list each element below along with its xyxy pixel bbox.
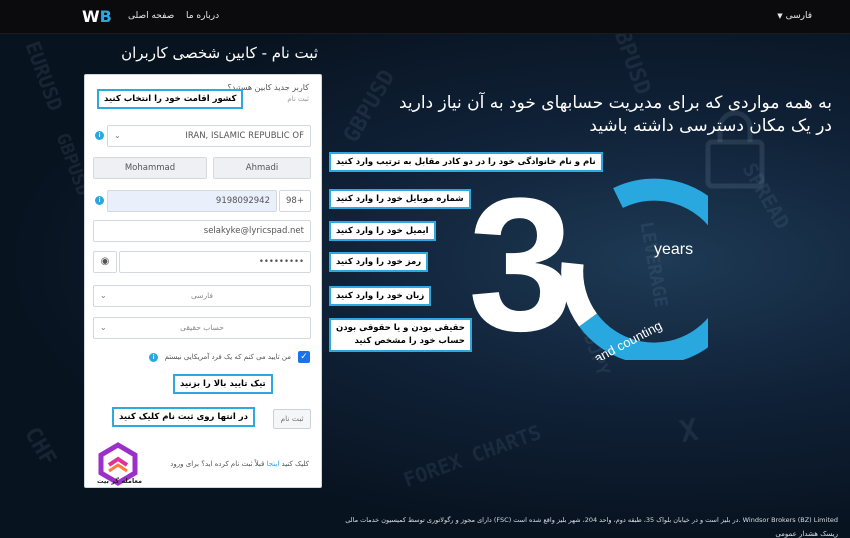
first-name-field[interactable]: Mohammad <box>93 157 207 179</box>
phone-value: 9198092942 <box>215 196 270 206</box>
annotation-password: رمز خود را وارد کنید <box>329 252 429 272</box>
footer-risk-warning: ریسک هشدار عمومی <box>775 530 838 538</box>
ring-white <box>561 188 624 327</box>
info-icon[interactable]: i <box>95 196 104 205</box>
language-dropdown[interactable]: ▼ فارسی <box>773 11 812 21</box>
chevron-down-icon: ⌄ <box>100 291 107 300</box>
phone-field[interactable]: 9198092942 <box>107 190 277 212</box>
annotation-check: تیک تایید بالا را بزنید <box>173 374 273 394</box>
logo-letter-w: W <box>82 7 100 26</box>
eye-icon: ◉ <box>100 256 110 267</box>
country-select[interactable]: ⌄ IRAN, ISLAMIC REPUBLIC OF <box>107 125 311 147</box>
bg-decoration: GBPUSD <box>604 34 656 99</box>
country-value: IRAN, ISLAMIC REPUBLIC OF <box>185 131 304 141</box>
bg-decoration: X <box>677 412 701 451</box>
annotation-submit: در انتها روی ثبت نام کلیک کنید <box>112 407 256 427</box>
language-select[interactable]: ⌄ فارسی <box>93 285 311 307</box>
annotation-language: زبان خود را وارد کنید <box>329 286 432 306</box>
language-label: فارسی <box>785 11 812 21</box>
annotation-mobile: شماره موبایل خود را وارد کنید <box>329 189 471 209</box>
last-name-value: Ahmadi <box>245 163 279 173</box>
logo-letter-b: B <box>99 7 112 26</box>
footer-company: Windsor Brokers (BZ) Limited <box>742 516 838 524</box>
footer-legal-text: دارای مجوز و رگولاتوری توسط کمیسیون خدما… <box>345 516 741 524</box>
nav-about-link[interactable]: درباره ما <box>186 11 219 21</box>
email-value: selakyke@lyricspad.net <box>203 226 304 236</box>
brand-caption: معامله گر بیت <box>97 477 143 485</box>
annotation-account-line2: حساب خود را مشخص کنید <box>354 336 465 346</box>
register-link[interactable]: ثبت نام <box>287 95 309 103</box>
email-field[interactable]: selakyke@lyricspad.net <box>93 220 311 242</box>
click-text: کلیک کنید <box>281 460 309 468</box>
hero-headline: به همه مواردی که برای مدیریت حسابهای خود… <box>362 92 832 138</box>
annotation-email: ایمیل خود را وارد کنید <box>329 221 436 241</box>
info-icon[interactable]: i <box>95 131 104 140</box>
annotation-name: نام و نام خانوادگی خود را در دو کادر مقا… <box>329 152 603 172</box>
info-icon[interactable]: i <box>149 353 158 362</box>
phone-code-field[interactable]: 98+ <box>279 190 311 212</box>
years-label: years <box>654 241 693 258</box>
register-button[interactable]: ثبت نام <box>273 409 311 429</box>
login-here-link[interactable]: اینجا <box>267 460 280 468</box>
phone-code-value: 98+ <box>286 196 304 206</box>
annotation-country: کشور اقامت خود را انتخاب کنید <box>97 89 244 109</box>
annotation-account-type: حقیقی بودن و یا حقوقی بودن حساب خود را م… <box>329 318 472 352</box>
bg-decoration: CHF <box>19 423 61 470</box>
already-registered-text: کلیک کنید اینجا قبلاً ثبت نام کرده اید؟ … <box>170 460 309 468</box>
top-navigation: WB صفحه اصلی درباره ما ▼ فارسی <box>0 0 850 34</box>
30-years-graphic: 3 years and counting <box>468 170 708 360</box>
footer-legal: دارای مجوز و رگولاتوری توسط کمیسیون خدما… <box>345 516 838 524</box>
first-name-value: Mohammad <box>124 163 176 173</box>
account-type-select[interactable]: ⌄ حساب حقیقی <box>93 317 311 339</box>
nav-home-link[interactable]: صفحه اصلی <box>128 11 174 21</box>
show-password-button[interactable]: ◉ <box>93 251 117 273</box>
page-title: ثبت نام - کابین شخصی کاربران <box>121 44 318 62</box>
password-field[interactable]: ••••••••• <box>119 251 311 273</box>
account-type-value: حساب حقیقی <box>180 323 224 332</box>
logo[interactable]: WB <box>82 7 112 27</box>
big-number-3: 3 <box>468 170 574 360</box>
already-registered-label: قبلاً ثبت نام کرده اید؟ برای ورود <box>170 460 265 468</box>
hero-line1: به همه مواردی که برای مدیریت حسابهای خود… <box>398 93 832 113</box>
bg-decoration: EURUSD <box>20 37 68 115</box>
last-name-field[interactable]: Ahmadi <box>213 157 311 179</box>
password-value: ••••••••• <box>258 257 304 267</box>
chevron-down-icon: ▼ <box>777 12 783 20</box>
bg-decoration: FOREX CHARTS <box>400 420 545 492</box>
hero-line2: در یک مکان دسترسی داشته باشید <box>589 116 832 136</box>
chevron-down-icon: ⌄ <box>114 131 121 140</box>
not-american-checkbox[interactable]: ✓ <box>298 351 310 363</box>
language-value: فارسی <box>190 291 214 300</box>
not-american-label: من تایید می کنم که یک فرد آمریکایی نیستم <box>164 353 291 361</box>
annotation-account-line1: حقیقی بودن و یا حقوقی بودن <box>336 323 465 333</box>
chevron-down-icon: ⌄ <box>100 323 107 332</box>
